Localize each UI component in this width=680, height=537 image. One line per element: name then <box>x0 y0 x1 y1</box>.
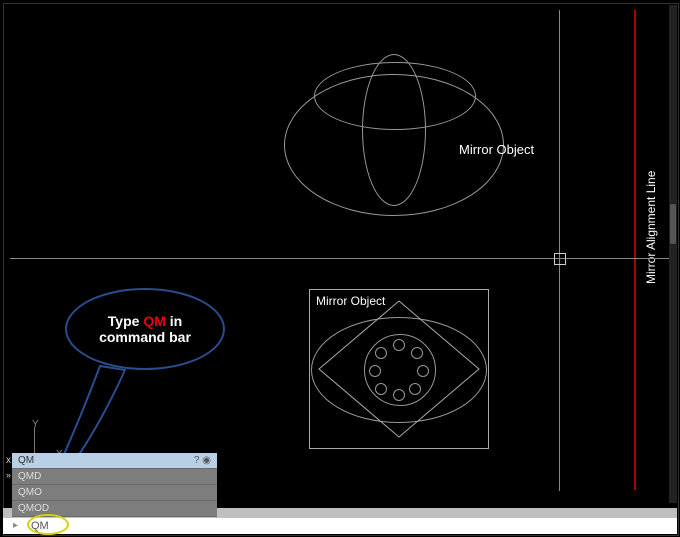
crosshair-horizontal <box>10 258 672 259</box>
mirror-object-bottom <box>309 289 489 449</box>
autocomplete-item-label: QMO <box>18 487 42 498</box>
annotation-callout: Type QM in command bar <box>65 288 225 372</box>
crosshair-vertical <box>559 10 560 491</box>
ucs-y-label: Y <box>32 419 39 430</box>
callout-text-prefix: Type <box>108 313 144 329</box>
help-icon[interactable]: ? <box>194 455 200 466</box>
crosshair-pickbox <box>554 253 566 265</box>
autocomplete-item[interactable]: QMOD <box>12 501 217 517</box>
command-typed-text: QM <box>31 520 49 532</box>
autocomplete-item[interactable]: QMD <box>12 469 217 485</box>
autocomplete-item-label: QM <box>18 455 34 466</box>
globe-icon[interactable]: ◉ <box>202 455 211 466</box>
autocomplete-item[interactable]: QMO <box>12 485 217 501</box>
mirror-alignment-line <box>634 10 636 490</box>
autocomplete-item-label: QMOD <box>18 503 49 514</box>
mirror-object-bottom-label: Mirror Object <box>316 294 385 308</box>
command-input[interactable]: QM <box>3 518 677 534</box>
callout-text-highlight: QM <box>143 313 166 329</box>
scrollbar-thumb[interactable] <box>670 204 676 244</box>
command-prompt-icon: ▸ <box>13 520 25 532</box>
mirror-object-top-label: Mirror Object <box>459 142 534 157</box>
vertical-scrollbar[interactable] <box>669 5 677 503</box>
autocomplete-item[interactable]: QM ? ◉ <box>12 453 217 469</box>
command-autocomplete-panel: QM ? ◉ QMD QMO QMOD <box>12 453 217 517</box>
mirror-alignment-label: Mirror Alignment Line <box>644 171 658 284</box>
autocomplete-item-label: QMD <box>18 471 41 482</box>
